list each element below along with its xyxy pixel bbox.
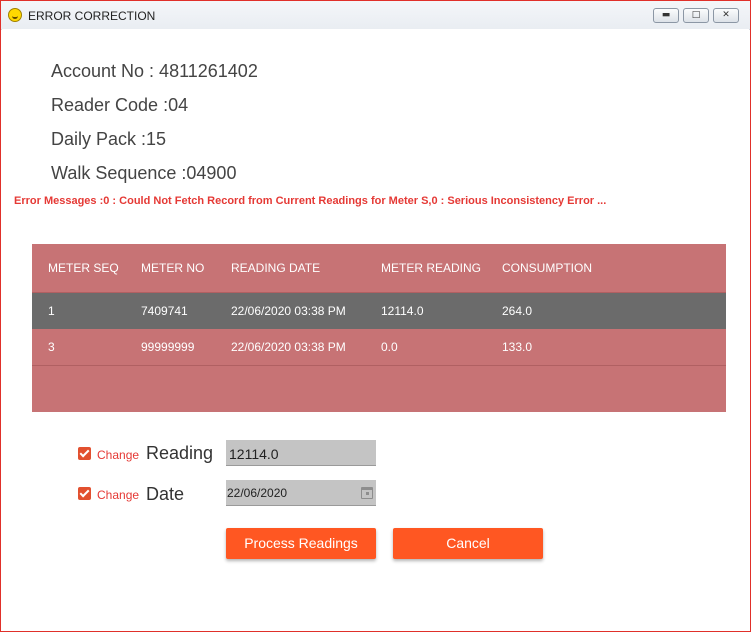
calendar-icon[interactable]	[361, 487, 373, 499]
error-correction-window: ERROR CORRECTION ▬ □ ✕ Account No : 4811…	[0, 0, 751, 632]
cell-meter-seq: 3	[48, 340, 55, 354]
cell-consumption: 264.0	[502, 304, 533, 318]
cell-meter-seq: 1	[48, 304, 55, 318]
cell-meter-reading: 12114.0	[381, 304, 424, 318]
title-bar[interactable]: ERROR CORRECTION ▬ □ ✕	[1, 1, 750, 30]
cell-meter-no: 99999999	[141, 340, 195, 354]
change-date-label[interactable]: Change	[97, 488, 139, 502]
reading-input[interactable]: 12114.0	[226, 440, 376, 466]
header-meter-reading[interactable]: METER READING	[381, 244, 481, 292]
header-meter-seq[interactable]: METER SEQ	[48, 244, 119, 292]
window-title: ERROR CORRECTION	[28, 9, 156, 23]
reader-code: Reader Code :04	[51, 95, 189, 115]
error-messages: Error Messages :0 : Could Not Fetch Reco…	[14, 195, 607, 207]
maximize-button[interactable]: □	[683, 8, 709, 23]
table-header: METER SEQ METER NO READING DATE METER RE…	[32, 244, 726, 293]
header-meter-no[interactable]: METER NO	[141, 244, 204, 292]
reading-label: Reading	[146, 443, 214, 463]
table-row[interactable]: 3 99999999 22/06/2020 03:38 PM 0.0 133.0	[32, 329, 726, 366]
app-smiley-icon	[8, 8, 22, 22]
header-reading-date[interactable]: READING DATE	[231, 244, 320, 292]
change-reading-checkbox[interactable]	[78, 447, 91, 460]
cell-reading-date: 22/06/2020 03:38 PM	[231, 304, 346, 318]
meter-readings-table: METER SEQ METER NO READING DATE METER RE…	[32, 244, 726, 412]
cell-consumption: 133.0	[502, 340, 533, 354]
dialog-content: Account No : 4811261402 Reader Code :04 …	[2, 29, 749, 630]
cancel-button[interactable]: Cancel	[393, 528, 543, 559]
account-number: Account No : 4811261402	[51, 61, 258, 81]
date-label: Date	[146, 484, 185, 504]
change-date-checkbox[interactable]	[78, 487, 91, 500]
minimize-button[interactable]: ▬	[653, 8, 679, 23]
date-picker-field[interactable]: 22/06/2020	[226, 480, 376, 506]
daily-pack: Daily Pack :15	[51, 129, 167, 149]
cell-meter-reading: 0.0	[381, 340, 398, 354]
cell-reading-date: 22/06/2020 03:38 PM	[231, 340, 346, 354]
process-readings-button[interactable]: Process Readings	[226, 528, 376, 559]
close-button[interactable]: ✕	[713, 8, 739, 23]
maximize-icon: □	[691, 10, 701, 20]
cell-meter-no: 7409741	[141, 304, 188, 318]
header-consumption[interactable]: CONSUMPTION	[502, 244, 592, 292]
close-icon: ✕	[722, 10, 730, 20]
change-reading-label[interactable]: Change	[97, 448, 139, 462]
minimize-icon: ▬	[661, 10, 671, 20]
table-row[interactable]: 1 7409741 22/06/2020 03:38 PM 12114.0 26…	[32, 293, 726, 329]
date-value: 22/06/2020	[227, 486, 288, 500]
walk-sequence: Walk Sequence :04900	[51, 163, 237, 183]
